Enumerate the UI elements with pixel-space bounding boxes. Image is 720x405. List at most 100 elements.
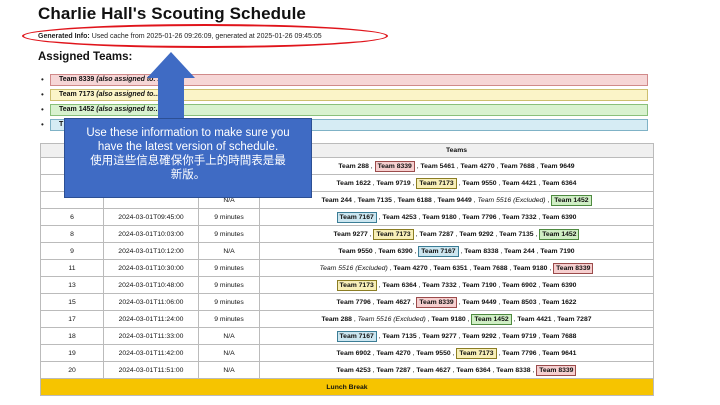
duration-cell: 9 minutes [198,293,260,311]
table-row: 17 2024-03-01T11:24:00 9 minutes Team 288 ,… [40,310,654,328]
assigned-team-note: (also assigned to... [96,91,160,98]
assigned-team-chip: Team 8339 [553,262,594,274]
time-cell: 2024-03-01T11:42:00 [103,344,199,362]
teams-cell: Team 9550 , Team 6390 , Team 7167 , Team… [259,242,654,260]
match-cell: 13 [40,276,104,294]
callout-arrow-icon [147,52,195,78]
teams-cell: Team 4253 , Team 7287 , Team 4627 , Team… [259,361,654,379]
team-label: Team 1622 [336,179,371,187]
time-cell: 2024-03-01T09:45:00 [103,208,199,226]
team-label: Team 7796 [462,213,497,221]
table-row: 18 2024-03-01T11:33:00 N/A Team 7167 , Team… [40,327,654,345]
duration-cell: 9 minutes [198,259,260,277]
match-cell: 9 [40,242,104,260]
assigned-team-item: Team 7173 (also assigned to... [41,89,648,101]
time-cell: 2024-03-01T11:06:00 [103,293,199,311]
team-label: Team 7287 [376,366,411,374]
info-callout: Use these information to make sure you h… [64,118,312,198]
teams-cell: Team 7167 , Team 4253 , Team 9180 , Team… [259,208,654,226]
team-label: Team 6351 [433,264,468,272]
team-label: Team 244 [321,196,352,204]
team-label: Team 7135 [357,196,392,204]
callout-line: Use these information to make sure you [86,127,290,139]
assigned-team-chip: Team 1452 [471,313,512,325]
teams-cell: Team 288 , Team 8339 , Team 5461 , Team … [259,157,654,175]
team-label: Team 4253 [336,366,371,374]
team-label: Team 9550 [416,349,451,357]
teams-cell: Team 9277 , Team 7173 , Team 7287 , Team… [259,225,654,243]
assigned-team-name: T [59,121,64,128]
duration-cell: 9 minutes [198,310,260,328]
time-cell: 2024-03-01T11:33:00 [103,327,199,345]
team-label: Team 7135 [499,230,534,238]
team-label: Team 244 [504,247,535,255]
team-label: Team 7688 [500,162,535,170]
team-label: Team 7332 [422,281,457,289]
team-label: Team 8338 [496,366,531,374]
assigned-team-chip: Team 8339 [536,364,577,376]
team-label: Team 5516 (Excluded) [477,196,546,204]
team-label: Team 6902 [502,281,537,289]
teams-cell: Team 6902 , Team 4270 , Team 9550 , Team… [259,344,654,362]
time-cell: 2024-03-01T10:30:00 [103,259,199,277]
time-cell: 2024-03-01T11:24:00 [103,310,199,328]
assigned-team-chip: Team 7167 [336,330,377,342]
callout-line: have the latest version of schedule. [97,140,279,153]
teams-cell: Team 7167 , Team 7135 , Team 9277 , Team… [259,327,654,345]
teams-cell: Team 7173 , Team 6364 , Team 7332 , Team… [259,276,654,294]
team-label: Team 9550 [462,179,497,187]
time-cell: 2024-03-01T11:51:00 [103,361,199,379]
assigned-team-chip: Team 7167 [418,245,459,257]
team-label: Team 288 [338,162,369,170]
duration-cell: 9 minutes [198,225,260,243]
match-cell: 20 [40,361,104,379]
page-title: Charlie Hall's Scouting Schedule [38,4,306,23]
assigned-team-item: Team 1452 (also assigned to:...rter) [41,104,648,116]
team-label: Team 9719 [502,332,537,340]
table-row: 13 2024-03-01T10:48:00 9 minutes Team 7173 … [40,276,654,294]
assigned-team-chip: Team 8339 [374,160,415,172]
assigned-teams-heading: Assigned Teams: [38,51,133,63]
assigned-team-chip: Team 7173 [373,228,414,240]
teams-cell: Team 288 , Team 5516 (Excluded) , Team 9… [259,310,654,328]
team-label: Team 5516 (Excluded) [319,264,388,272]
teams-cell: Team 5516 (Excluded) , Team 4270 , Team … [259,259,654,277]
team-label: Team 9550 [338,247,373,255]
team-label: Team 9180 [422,213,457,221]
lunch-break-row: Lunch Break [40,378,654,396]
team-label: Team 6364 [456,366,491,374]
team-label: Team 7688 [473,264,508,272]
team-label: Team 7287 [557,315,592,323]
duration-cell: 9 minutes [198,208,260,226]
team-label: Team 288 [321,315,352,323]
table-row: 9 2024-03-01T10:12:00 N/A Team 9550 , Team … [40,242,654,260]
callout-line: 新版。 [170,166,206,181]
team-label: Team 9292 [459,230,494,238]
team-label: Team 5516 (Excluded) [357,315,426,323]
callout-arrow-stem [158,77,184,119]
match-cell: 17 [40,310,104,328]
match-cell: 19 [40,344,104,362]
team-label: Team 9641 [542,349,577,357]
team-label: Team 6364 [382,281,417,289]
table-row: 11 2024-03-01T10:30:00 9 minutes Team 5516 … [40,259,654,277]
teams-cell: Team 1622 , Team 9719 , Team 7173 , Team… [259,174,654,192]
header-teams: Teams [259,143,654,158]
team-label: Team 9449 [462,298,497,306]
highlight-ellipse [22,24,388,48]
assigned-team-name: Team 7173 [59,91,95,98]
table-row: 15 2024-03-01T11:06:00 9 minutes Team 7796 … [40,293,654,311]
time-cell: 2024-03-01T10:03:00 [103,225,199,243]
team-label: Team 6188 [397,196,432,204]
duration-cell: N/A [198,242,260,260]
teams-cell: Team 244 , Team 7135 , Team 6188 , Team … [259,191,654,209]
team-label: Team 1622 [542,298,577,306]
match-cell: 8 [40,225,104,243]
team-label: Team 7190 [462,281,497,289]
table-row: 19 2024-03-01T11:42:00 N/A Team 6902 , Team… [40,344,654,362]
assigned-team-chip: Team 7167 [336,211,377,223]
team-label: Team 9292 [462,332,497,340]
team-label: Team 4627 [416,366,451,374]
team-label: Team 6390 [378,247,413,255]
team-label: Team 6390 [542,281,577,289]
